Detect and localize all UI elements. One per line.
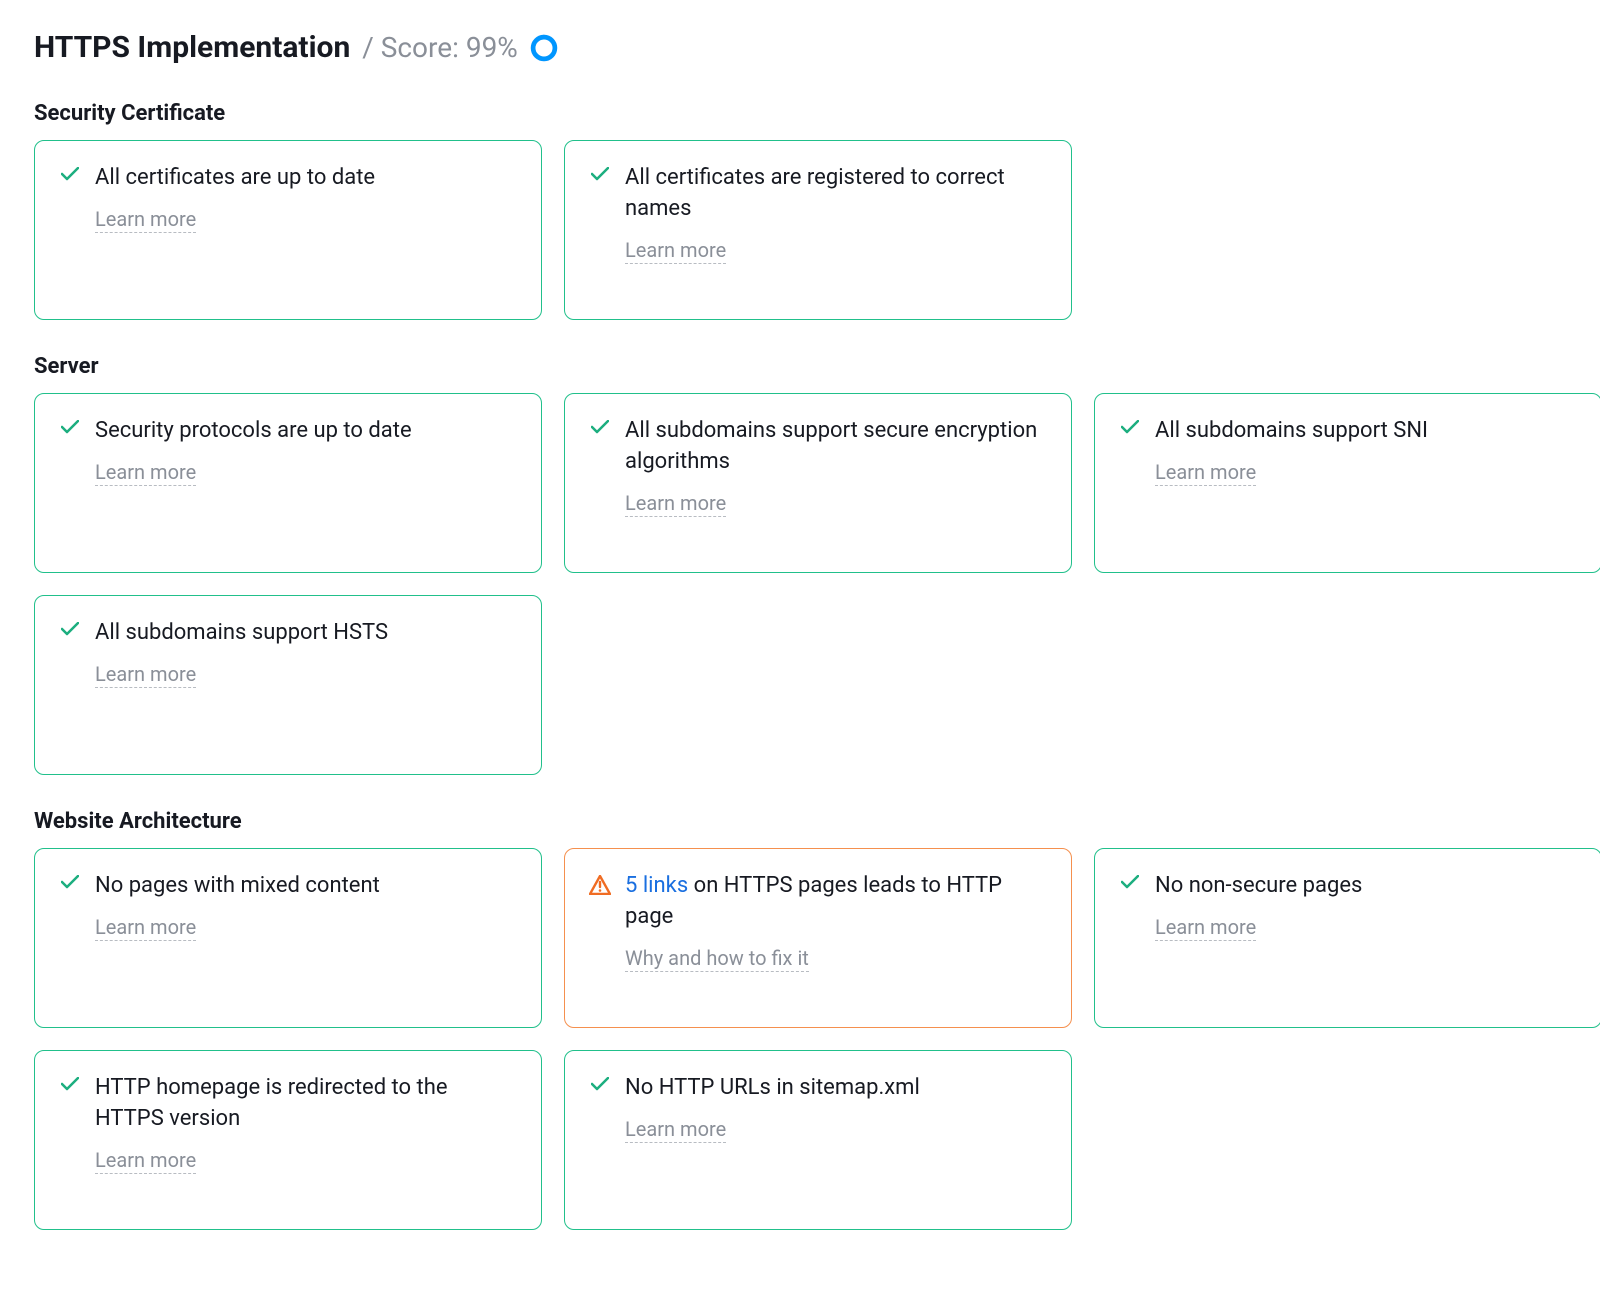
learn-more-link[interactable]: Learn more: [95, 459, 196, 486]
card-grid-website-architecture: No pages with mixed content Learn more 5…: [34, 848, 1566, 1230]
card-text: All certificates are registered to corre…: [625, 163, 1047, 225]
learn-more-link[interactable]: Learn more: [1155, 459, 1256, 486]
learn-more-link[interactable]: Learn more: [625, 237, 726, 264]
section-title-server: Server: [34, 354, 1566, 379]
check-icon: [589, 1073, 611, 1091]
card-certificates-correct-names: All certificates are registered to corre…: [564, 140, 1072, 320]
check-icon: [59, 1073, 81, 1091]
card-sni-support: All subdomains support SNI Learn more: [1094, 393, 1600, 573]
score-label: / Score: 99%: [362, 31, 518, 64]
learn-more-link[interactable]: Learn more: [95, 661, 196, 688]
card-no-mixed-content: No pages with mixed content Learn more: [34, 848, 542, 1028]
card-text: HTTP homepage is redirected to the HTTPS…: [95, 1073, 517, 1135]
card-grid-security-certificate: All certificates are up to date Learn mo…: [34, 140, 1566, 320]
section-title-website-architecture: Website Architecture: [34, 809, 1566, 834]
issue-count-link[interactable]: 5 links: [625, 873, 688, 898]
card-security-protocols: Security protocols are up to date Learn …: [34, 393, 542, 573]
card-text: All certificates are up to date: [95, 163, 375, 194]
card-text: No non-secure pages: [1155, 871, 1362, 902]
card-certificates-up-to-date: All certificates are up to date Learn mo…: [34, 140, 542, 320]
page-title: HTTPS Implementation: [34, 30, 350, 65]
card-text: Security protocols are up to date: [95, 416, 412, 447]
learn-more-link[interactable]: Learn more: [1155, 914, 1256, 941]
check-icon: [59, 618, 81, 636]
fix-link[interactable]: Why and how to fix it: [625, 945, 809, 972]
section-title-security-certificate: Security Certificate: [34, 101, 1566, 126]
card-text: All subdomains support secure encryption…: [625, 416, 1047, 478]
card-https-to-http-links: 5 links on HTTPS pages leads to HTTP pag…: [564, 848, 1072, 1028]
card-secure-encryption: All subdomains support secure encryption…: [564, 393, 1072, 573]
check-icon: [589, 163, 611, 181]
learn-more-link[interactable]: Learn more: [625, 1116, 726, 1143]
check-icon: [59, 416, 81, 434]
learn-more-link[interactable]: Learn more: [95, 914, 196, 941]
card-grid-server: Security protocols are up to date Learn …: [34, 393, 1566, 775]
card-text: All subdomains support HSTS: [95, 618, 388, 649]
card-text: 5 links on HTTPS pages leads to HTTP pag…: [625, 871, 1047, 933]
page-header: HTTPS Implementation / Score: 99%: [34, 30, 1566, 65]
check-icon: [1119, 871, 1141, 889]
check-icon: [1119, 416, 1141, 434]
card-no-nonsecure-pages: No non-secure pages Learn more: [1094, 848, 1600, 1028]
check-icon: [59, 871, 81, 889]
score-donut-icon: [530, 34, 558, 62]
learn-more-link[interactable]: Learn more: [625, 490, 726, 517]
check-icon: [59, 163, 81, 181]
card-http-redirect-https: HTTP homepage is redirected to the HTTPS…: [34, 1050, 542, 1230]
card-no-http-urls-sitemap: No HTTP URLs in sitemap.xml Learn more: [564, 1050, 1072, 1230]
card-text: All subdomains support SNI: [1155, 416, 1428, 447]
check-icon: [589, 416, 611, 434]
learn-more-link[interactable]: Learn more: [95, 1147, 196, 1174]
warning-icon: [589, 871, 611, 895]
card-text: No pages with mixed content: [95, 871, 380, 902]
learn-more-link[interactable]: Learn more: [95, 206, 196, 233]
card-text: No HTTP URLs in sitemap.xml: [625, 1073, 920, 1104]
card-hsts-support: All subdomains support HSTS Learn more: [34, 595, 542, 775]
